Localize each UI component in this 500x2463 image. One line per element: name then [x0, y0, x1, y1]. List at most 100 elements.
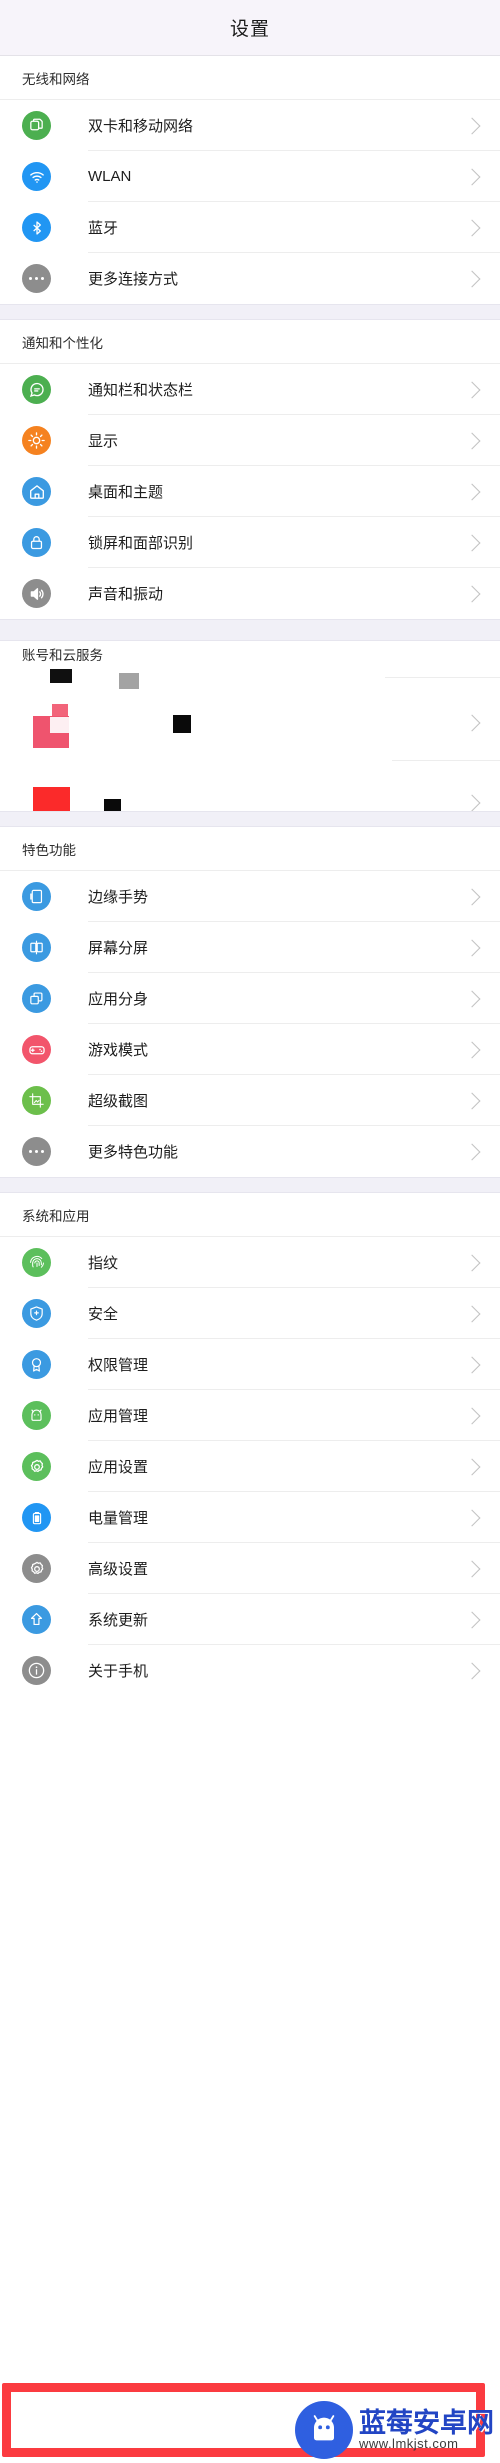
chevron-right-icon: [463, 1662, 481, 1679]
row-desktop-theme[interactable]: 桌面和主题: [0, 466, 500, 517]
chevron-right-icon: [463, 117, 481, 134]
chat-bubble-icon: [22, 375, 51, 404]
chevron-right-icon: [463, 483, 481, 500]
row-dual-sim-mobile-network[interactable]: 双卡和移动网络: [0, 100, 500, 151]
corrupted-pixel-block: [173, 715, 191, 733]
app-clone-icon: [22, 984, 51, 1013]
section-title: 账号和云服务: [22, 648, 103, 663]
section-divider: [0, 619, 500, 641]
row-security[interactable]: 安全: [0, 1288, 500, 1339]
badge-icon: [22, 1350, 51, 1379]
row-label: 双卡和移动网络: [88, 118, 194, 135]
corrupted-pixel-block: [50, 669, 72, 683]
row-label: 显示: [88, 433, 119, 450]
row-label: 指纹: [88, 1255, 119, 1272]
brightness-icon: [22, 426, 51, 455]
row-label: 应用设置: [88, 1459, 149, 1476]
corrupted-pixel-block: [33, 787, 70, 811]
section-divider: [0, 1177, 500, 1193]
section-header-features: 特色功能: [0, 827, 500, 871]
gear-icon: [22, 1554, 51, 1583]
row-label: 更多特色功能: [88, 1144, 179, 1161]
row-edge-gesture[interactable]: 边缘手势: [0, 871, 500, 922]
corrupted-pixel-block: [50, 717, 69, 733]
row-fingerprint[interactable]: 指纹: [0, 1237, 500, 1288]
row-more-connections[interactable]: 更多连接方式: [0, 253, 500, 304]
row-app-settings[interactable]: 应用设置: [0, 1441, 500, 1492]
section-header-notification: 通知和个性化: [0, 320, 500, 364]
sim-card-icon: [22, 111, 51, 140]
row-battery-manager[interactable]: 电量管理: [0, 1492, 500, 1543]
watermark-url: www.lmkjst.com: [359, 2436, 459, 2452]
chevron-right-icon: [463, 1611, 481, 1628]
chevron-right-icon: [463, 939, 481, 956]
row-bluetooth[interactable]: 蓝牙: [0, 202, 500, 253]
row-wlan[interactable]: WLAN: [0, 151, 500, 202]
section-header-wireless: 无线和网络: [0, 56, 500, 100]
row-label: 应用管理: [88, 1408, 149, 1425]
home-icon: [22, 477, 51, 506]
watermark-site-name: 蓝莓安卓网: [359, 2408, 494, 2438]
corrupted-pixel-block: [119, 673, 139, 689]
row-super-screenshot[interactable]: 超级截图: [0, 1075, 500, 1126]
row-game-mode[interactable]: 游戏模式: [0, 1024, 500, 1075]
row-label: 游戏模式: [88, 1042, 149, 1059]
row-advanced-settings[interactable]: 高级设置: [0, 1543, 500, 1594]
app-header: 设置: [0, 0, 500, 56]
page-title: 设置: [229, 19, 270, 40]
chevron-right-icon: [463, 1305, 481, 1322]
row-label: 高级设置: [88, 1561, 149, 1578]
gear-icon: [22, 1452, 51, 1481]
row-more-features[interactable]: 更多特色功能: [0, 1126, 500, 1177]
row-permission-manager[interactable]: 权限管理: [0, 1339, 500, 1390]
chevron-right-icon: [463, 381, 481, 398]
row-label: 屏幕分屏: [88, 940, 149, 957]
wifi-icon: [22, 162, 51, 191]
row-notification-status-bar[interactable]: 通知栏和状态栏: [0, 364, 500, 415]
row-label: 权限管理: [88, 1357, 149, 1374]
row-label: 更多连接方式: [88, 271, 179, 288]
row-label: 安全: [88, 1306, 119, 1323]
row-label: 应用分身: [88, 991, 149, 1008]
android-mascot-icon: [295, 2401, 353, 2459]
chevron-right-icon: [463, 1092, 481, 1109]
chevron-right-icon: [463, 432, 481, 449]
chevron-right-icon: [463, 794, 481, 811]
row-sound-vibration[interactable]: 声音和振动: [0, 568, 500, 619]
row-label: 锁屏和面部识别: [88, 535, 194, 552]
row-lockscreen-face-id[interactable]: 锁屏和面部识别: [0, 517, 500, 568]
chevron-right-icon: [463, 714, 481, 732]
row-display[interactable]: 显示: [0, 415, 500, 466]
upload-arrow-icon: [22, 1605, 51, 1634]
section-title: 特色功能: [22, 842, 76, 858]
speaker-icon: [22, 579, 51, 608]
more-dots-icon: [22, 264, 51, 293]
chevron-right-icon: [463, 1509, 481, 1526]
gamepad-icon: [22, 1035, 51, 1064]
edge-gesture-icon: [22, 882, 51, 911]
fingerprint-icon: [22, 1248, 51, 1277]
row-label: 超级截图: [88, 1093, 149, 1110]
chevron-right-icon: [463, 1560, 481, 1577]
row-divider: [385, 677, 500, 678]
section-header-account: 账号和云服务: [0, 641, 500, 667]
row-split-screen[interactable]: 屏幕分屏: [0, 922, 500, 973]
row-label: WLAN: [88, 168, 132, 185]
row-app-manager[interactable]: 应用管理: [0, 1390, 500, 1441]
chevron-right-icon: [463, 1041, 481, 1058]
row-label: 边缘手势: [88, 889, 149, 906]
row-divider: [392, 760, 500, 761]
account-section-corrupted-render[interactable]: [0, 667, 500, 811]
shield-icon: [22, 1299, 51, 1328]
split-screen-icon: [22, 933, 51, 962]
row-about-phone[interactable]: 关于手机: [0, 1645, 500, 1696]
lock-icon: [22, 528, 51, 557]
section-divider: [0, 304, 500, 320]
corrupted-pixel-block: [104, 799, 121, 811]
chevron-right-icon: [463, 219, 481, 236]
chevron-right-icon: [463, 1356, 481, 1373]
row-app-clone[interactable]: 应用分身: [0, 973, 500, 1024]
info-icon: [22, 1656, 51, 1685]
chevron-right-icon: [463, 585, 481, 602]
row-system-update[interactable]: 系统更新: [0, 1594, 500, 1645]
